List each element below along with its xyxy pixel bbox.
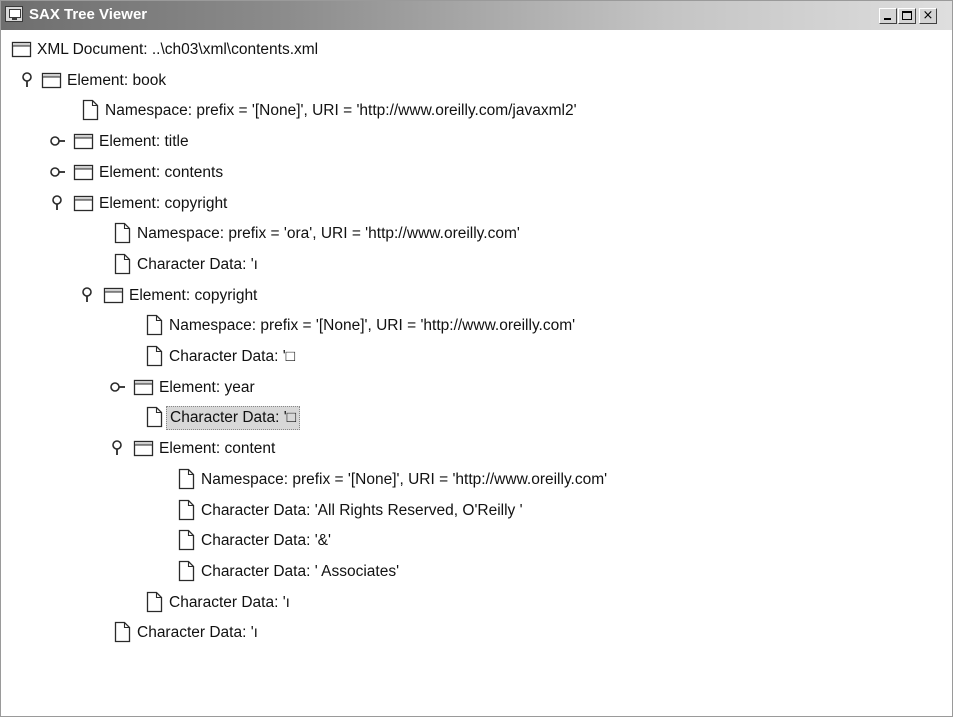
tree-row[interactable]: Character Data: 'ı: [1, 619, 941, 647]
computer-icon[interactable]: [5, 6, 23, 22]
folder-icon: [73, 192, 95, 214]
tree-row-label: Element: contents: [99, 164, 224, 181]
file-icon: [111, 222, 133, 244]
tree-row[interactable]: Element: content: [1, 435, 941, 463]
folder-icon: [133, 437, 155, 459]
expanded-toggle-icon[interactable]: [79, 286, 97, 306]
tree-row[interactable]: Namespace: prefix = '[None]', URI = 'htt…: [1, 97, 941, 125]
tree-row[interactable]: Namespace: prefix = '[None]', URI = 'htt…: [1, 466, 941, 494]
tree-row[interactable]: Character Data: 'ı: [1, 251, 941, 279]
tree-row-label: Element: book: [67, 72, 167, 89]
tree-row-label: Character Data: ' Associates': [201, 563, 400, 580]
maximize-button[interactable]: [898, 8, 916, 24]
tree-row-label: Element: copyright: [99, 195, 228, 212]
tree-row-label: Character Data: '□: [166, 406, 301, 430]
tree-row[interactable]: Character Data: '&': [1, 527, 941, 555]
tree-row-label: Element: title: [99, 133, 189, 150]
app-window: SAX Tree Viewer × XML Document: ..\ch03\…: [0, 0, 953, 717]
collapsed-toggle-icon[interactable]: [49, 163, 67, 183]
tree-row-label: Element: copyright: [129, 287, 258, 304]
title-bar[interactable]: SAX Tree Viewer ×: [1, 1, 952, 30]
folder-icon: [133, 376, 155, 398]
tree-row[interactable]: Character Data: '□: [1, 343, 941, 371]
tree-row[interactable]: Element: copyright: [1, 282, 941, 310]
folder-icon: [11, 38, 33, 60]
tree-row-label: Character Data: 'ı: [137, 624, 258, 641]
tree-row[interactable]: Element: year: [1, 374, 941, 402]
maximize-icon: [902, 11, 912, 20]
minimize-icon: [884, 18, 891, 20]
close-icon: ×: [922, 8, 934, 23]
tree-row[interactable]: Element: copyright: [1, 190, 941, 218]
tree-row[interactable]: Character Data: 'ı: [1, 589, 941, 617]
folder-icon: [73, 130, 95, 152]
file-icon: [143, 406, 165, 428]
file-icon: [175, 529, 197, 551]
collapsed-toggle-icon[interactable]: [49, 132, 67, 152]
tree-row-label: XML Document: ..\ch03\xml\contents.xml: [37, 41, 319, 58]
expanded-toggle-icon[interactable]: [19, 71, 37, 91]
tree-row[interactable]: Element: contents: [1, 159, 941, 187]
tree-row-label: Namespace: prefix = 'ora', URI = 'http:/…: [137, 225, 520, 242]
folder-icon: [103, 284, 125, 306]
tree-row-label: Character Data: 'ı: [137, 256, 258, 273]
tree-row-label: Character Data: '□: [169, 348, 296, 365]
file-icon: [111, 621, 133, 643]
expanded-toggle-icon[interactable]: [49, 194, 67, 214]
tree-row[interactable]: Namespace: prefix = 'ora', URI = 'http:/…: [1, 220, 941, 248]
minimize-button[interactable]: [879, 8, 897, 24]
tree-row[interactable]: Character Data: ' Associates': [1, 558, 941, 586]
folder-icon: [41, 69, 63, 91]
file-icon: [79, 99, 101, 121]
tree-view[interactable]: XML Document: ..\ch03\xml\contents.xml El…: [1, 41, 952, 714]
file-icon: [175, 468, 197, 490]
file-icon: [175, 499, 197, 521]
tree-row[interactable]: Element: book: [1, 67, 941, 95]
tree-row-label: Namespace: prefix = '[None]', URI = 'htt…: [201, 471, 608, 488]
tree-row-label: Element: year: [159, 379, 255, 396]
file-icon: [143, 591, 165, 613]
tree-row-label: Character Data: '&': [201, 532, 331, 549]
collapsed-toggle-icon[interactable]: [109, 378, 127, 398]
tree-row[interactable]: Character Data: '□: [1, 404, 941, 432]
file-icon: [143, 314, 165, 336]
tree-row-label: Namespace: prefix = '[None]', URI = 'htt…: [105, 102, 577, 119]
tree-row-label: Character Data: 'ı: [169, 594, 290, 611]
tree-row[interactable]: Element: title: [1, 128, 941, 156]
window-title: SAX Tree Viewer: [29, 6, 148, 23]
file-icon: [111, 253, 133, 275]
tree-row[interactable]: Namespace: prefix = '[None]', URI = 'htt…: [1, 312, 941, 340]
tree-row-label: Character Data: 'All Rights Reserved, O'…: [201, 502, 523, 519]
tree-row-label: Namespace: prefix = '[None]', URI = 'htt…: [169, 317, 576, 334]
folder-icon: [73, 161, 95, 183]
tree-row-label: Element: content: [159, 440, 276, 457]
file-icon: [175, 560, 197, 582]
expanded-toggle-icon[interactable]: [109, 439, 127, 459]
close-button[interactable]: ×: [919, 8, 937, 24]
tree-row[interactable]: XML Document: ..\ch03\xml\contents.xml: [1, 36, 941, 64]
tree-row[interactable]: Character Data: 'All Rights Reserved, O'…: [1, 497, 941, 525]
file-icon: [143, 345, 165, 367]
